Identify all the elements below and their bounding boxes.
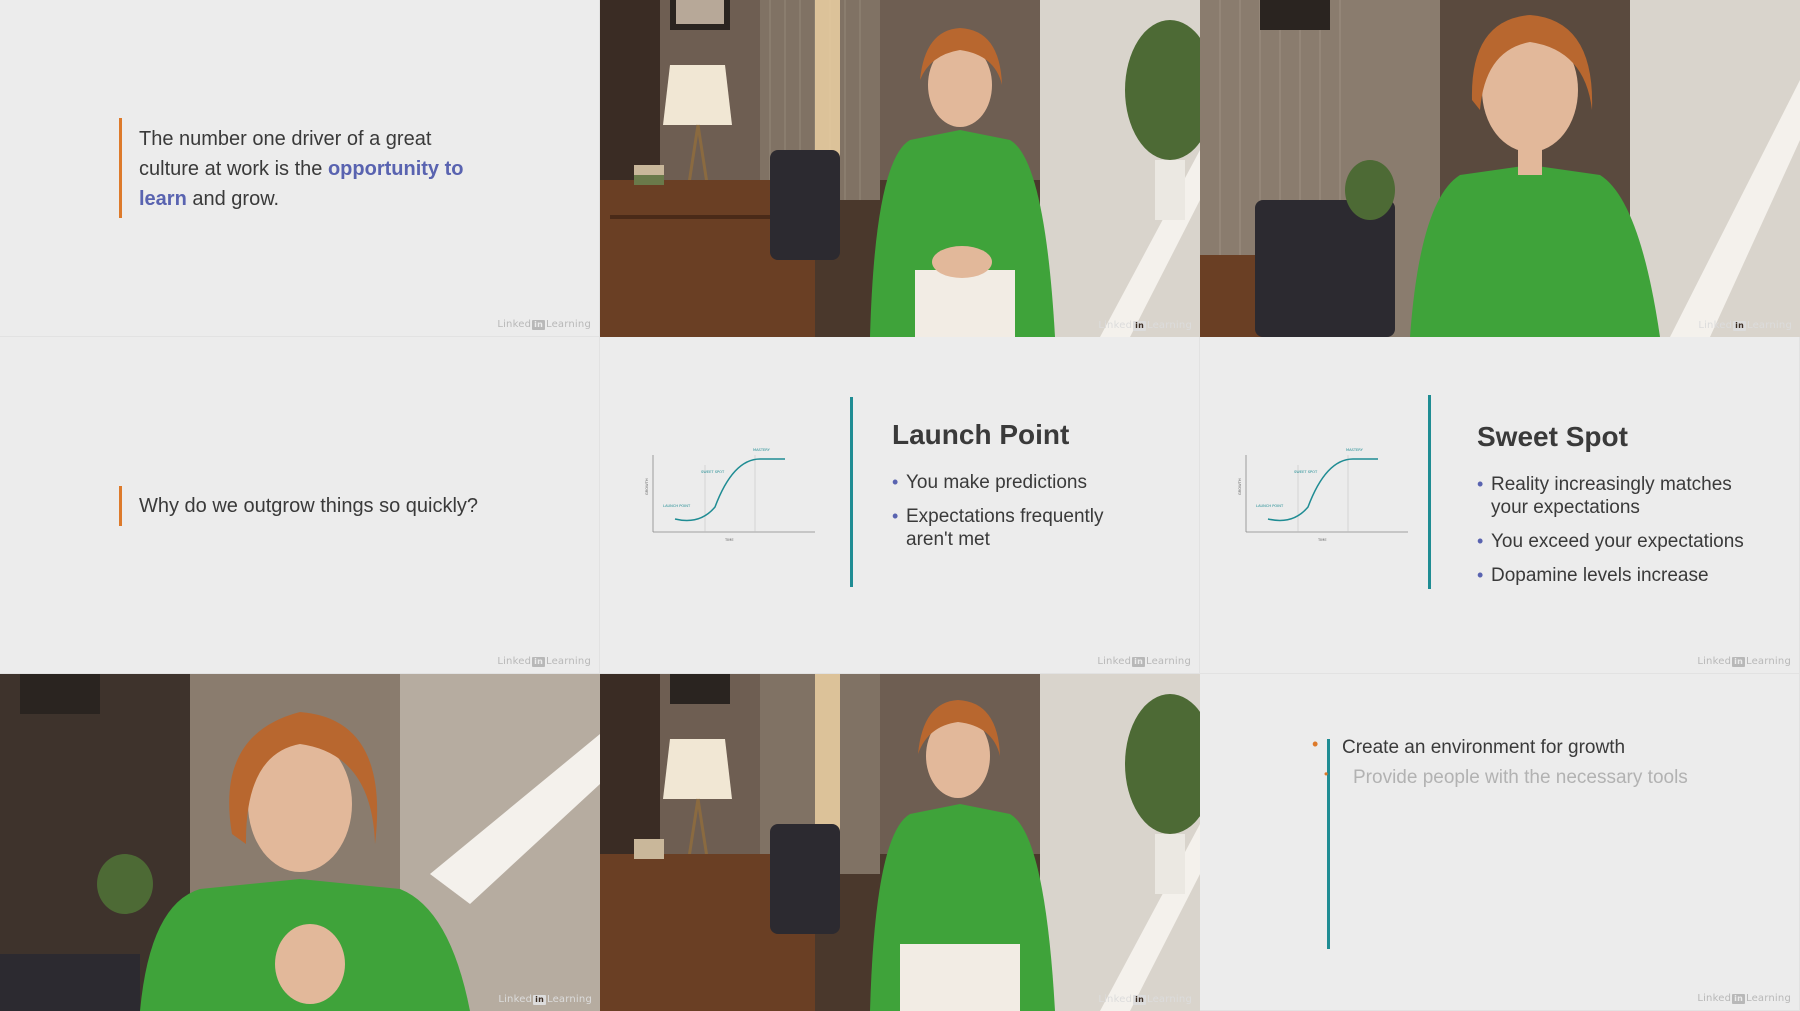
bullet-item: • You exceed your expectations [1477, 531, 1744, 552]
linkedin-learning-watermark: Linked in Learning [1698, 320, 1792, 331]
slide-launch-point[interactable]: LAUNCH POINT SWEET SPOT MASTERY TIME GRO… [600, 337, 1200, 674]
slide-title: Sweet Spot [1477, 421, 1628, 452]
sub-bullet-dot: • [1324, 767, 1329, 781]
video-frame-wide-seated[interactable]: Linked in Learning [600, 0, 1200, 337]
mastery-label: MASTERY [1346, 448, 1364, 452]
env-item-secondary: Provide people with the necessary tools [1353, 767, 1688, 788]
linkedin-learning-watermark: Linked in Learning [498, 994, 592, 1005]
presenter-wide-shot-image [600, 674, 1200, 1011]
env-item-primary: Create an environment for growth [1342, 737, 1626, 758]
s-curve [674, 458, 785, 522]
sweet-label: SWEET SPOT [1294, 470, 1318, 474]
accent-bar [119, 118, 122, 218]
video-thumbnail-grid: The number one driver of a great culture… [0, 0, 1800, 1011]
sweet-label: SWEET SPOT [701, 470, 725, 474]
slide-question[interactable]: Why do we outgrow things so quickly? Lin… [0, 337, 600, 674]
bullet-item: • You make predictions [892, 472, 1087, 493]
question-text: Why do we outgrow things so quickly? [139, 495, 479, 517]
bullet-item: • Reality increasingly matches your expec… [1477, 474, 1732, 518]
linkedin-learning-watermark: Linked in Learning [497, 319, 591, 330]
linkedin-learning-watermark: Linked in Learning [1097, 656, 1191, 667]
bullet-list: • You make predictions • Expectations freq… [892, 471, 1132, 562]
slide-title: Launch Point [892, 419, 1070, 450]
linkedin-learning-watermark: Linked in Learning [1697, 656, 1791, 667]
bullet-item: • Expectations frequently aren't met [892, 506, 1104, 550]
slide-quote[interactable]: The number one driver of a great culture… [0, 0, 600, 337]
launch-label: LAUNCH POINT [663, 504, 691, 508]
mastery-label: MASTERY [753, 448, 771, 452]
bullet-dot: • [1312, 734, 1319, 754]
bullet-list: • Reality increasingly matches your expec… [1477, 473, 1747, 598]
presenter-gesture-image [0, 674, 600, 1011]
y-axis-label: GROWTH [645, 478, 649, 495]
y-axis-label: GROWTH [1238, 478, 1242, 495]
teal-divider [1428, 395, 1431, 589]
teal-divider [850, 397, 853, 587]
video-frame-closeup-gesture[interactable]: Linked in Learning [0, 674, 600, 1011]
x-axis-label: TIME [1317, 538, 1327, 542]
presenter-wide-shot-image [600, 0, 1200, 337]
launch-label: LAUNCH POINT [1256, 504, 1284, 508]
slide-sweet-spot[interactable]: LAUNCH POINT SWEET SPOT MASTERY TIME GRO… [1200, 337, 1800, 674]
presenter-closeup-image [1200, 0, 1800, 337]
linkedin-learning-watermark: Linked in Learning [1697, 993, 1791, 1004]
growth-curve-diagram: LAUNCH POINT SWEET SPOT MASTERY TIME GRO… [1238, 448, 1408, 542]
bullet-item: • Dopamine levels increase [1477, 565, 1709, 586]
growth-curve-diagram: LAUNCH POINT SWEET SPOT MASTERY TIME GRO… [645, 448, 815, 542]
accent-bar [119, 486, 122, 526]
slide-environment[interactable]: • Create an environment for growth • Pro… [1200, 674, 1800, 1011]
video-frame-closeup[interactable]: Linked in Learning [1200, 0, 1800, 337]
s-curve [1267, 458, 1378, 522]
linkedin-learning-watermark: Linked in Learning [497, 656, 591, 667]
quote-text: The number one driver of a great culture… [139, 124, 479, 214]
x-axis-label: TIME [724, 538, 734, 542]
linkedin-learning-watermark: Linked in Learning [1098, 994, 1192, 1005]
video-frame-wide-seated-2[interactable]: Linked in Learning [600, 674, 1200, 1011]
quote-text-after: and grow. [186, 188, 280, 210]
linkedin-learning-watermark: Linked in Learning [1098, 320, 1192, 331]
